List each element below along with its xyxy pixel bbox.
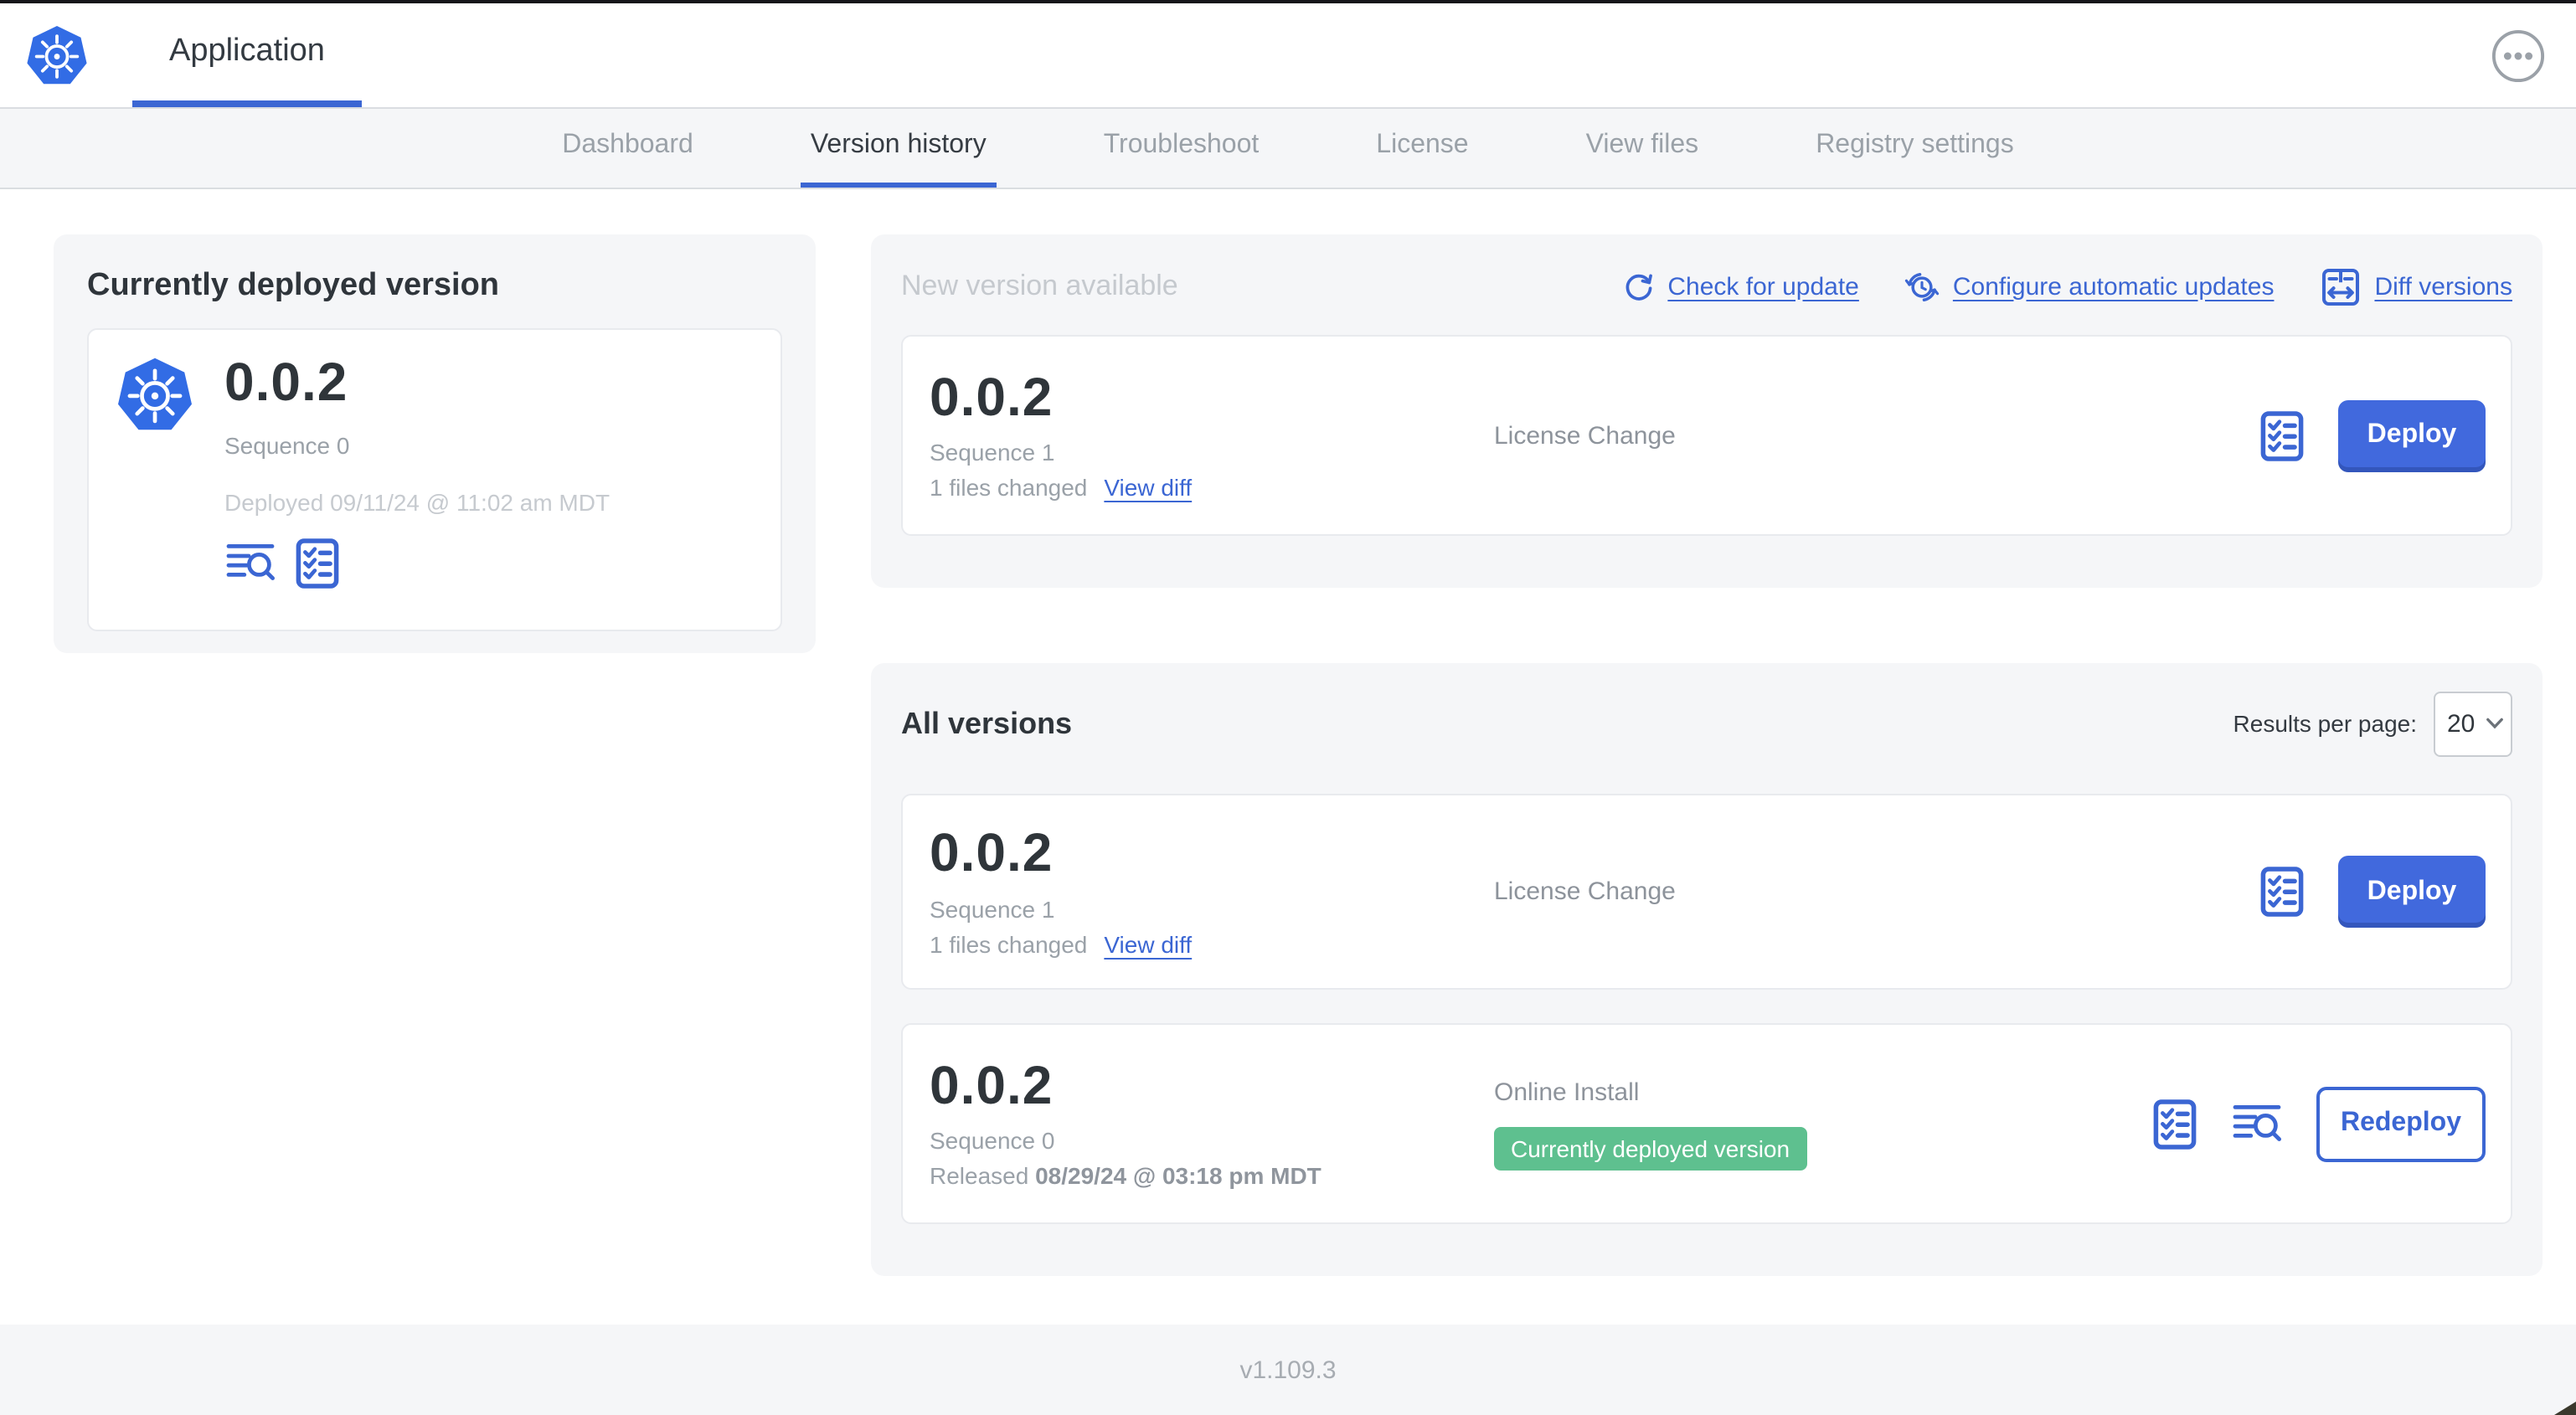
more-options-icon[interactable] [2491,28,2546,83]
tab-label: View files [1585,131,1699,159]
version-source: License Change [1494,877,1676,906]
currently-deployed-card: 0.0.2 Sequence 0 Deployed 09/11/24 @ 11:… [87,328,782,631]
currently-deployed-panel: Currently deployed version 0.0.2 Sequenc… [54,234,816,653]
footer: v1.109.3 [0,1325,2576,1415]
new-version-row: 0.0.2 Sequence 1 1 files changed View di… [901,335,2512,536]
check-for-update-link[interactable]: Check for update [1622,270,1859,302]
deployed-timestamp: Deployed 09/11/24 @ 11:02 am MDT [224,488,611,516]
tab-version-history[interactable]: Version history [800,109,997,188]
version-actions: Deploy [2259,399,2486,471]
version-number: 0.0.2 [930,822,1054,883]
main-content: Currently deployed version 0.0.2 Sequenc… [0,191,2576,1325]
clock-arrows-icon [1904,269,1940,304]
tab-label: Registry settings [1816,131,2014,159]
app-header: Application [0,3,2576,107]
version-actions: Deploy [2259,856,2486,928]
released-label: Released [930,1162,1029,1190]
tab-label: Version history [810,131,987,159]
version-changes: 1 files changed View diff [930,931,1494,958]
redeploy-button[interactable]: Redeploy [2316,1086,2486,1161]
diff-versions-link[interactable]: Diff versions [2319,265,2512,307]
view-logs-icon[interactable] [2231,1102,2283,1145]
diff-icon [2319,265,2361,307]
tab-label: Troubleshoot [1103,131,1260,159]
check-for-update-label: Check for update [1667,272,1859,301]
configure-automatic-updates-link[interactable]: Configure automatic updates [1904,269,2275,304]
results-per-page-value: 20 [2447,709,2476,738]
tab-registry-settings[interactable]: Registry settings [1806,109,2024,188]
new-version-title: New version available [901,270,1178,301]
version-info: 0.0.2 Sequence 1 1 files changed View di… [930,822,1494,958]
version-source: Online Install [1494,1078,1640,1106]
version-sequence: Sequence 0 [930,1127,1055,1155]
tab-label: License [1376,131,1469,159]
tab-license[interactable]: License [1366,109,1478,188]
preflight-checks-icon[interactable] [2259,866,2305,918]
files-changed-label: 1 files changed [930,930,1088,958]
kubernetes-logo-icon [25,23,89,87]
all-versions-panel: All versions Results per page: 20 0.0.2 … [871,663,2543,1276]
application-icon [116,355,194,434]
view-diff-link[interactable]: View diff [1104,475,1192,502]
tab-dashboard[interactable]: Dashboard [552,109,703,188]
version-actions: Redeploy [2152,1086,2486,1161]
update-actions: Check for update Configure automatic upd… [1622,265,2512,307]
version-row-sequence-0: 0.0.2 Sequence 0 Released 08/29/24 @ 03:… [901,1023,2512,1224]
version-number: 0.0.2 [930,1054,1054,1115]
currently-deployed-badge: Currently deployed version [1494,1126,1807,1170]
version-sequence: Sequence 1 [930,895,1055,923]
version-row-sequence-1: 0.0.2 Sequence 1 1 files changed View di… [901,794,2512,990]
currently-deployed-title: Currently deployed version [87,268,500,303]
results-per-page-label: Results per page: [2233,710,2417,737]
tab-label: Dashboard [562,131,693,159]
deployed-sequence: Sequence 0 [224,431,350,459]
all-versions-title: All versions [901,706,1073,739]
chevron-down-icon [2485,717,2503,730]
released-date: 08/29/24 @ 03:18 pm MDT [1035,1162,1321,1190]
deploy-button[interactable]: Deploy [2338,399,2486,471]
results-per-page-select[interactable]: 20 [2434,691,2512,756]
version-info: 0.0.2 Sequence 1 1 files changed View di… [930,366,1494,502]
preflight-checks-icon[interactable] [295,537,340,589]
app-title: Application [169,33,325,69]
kots-admin-console: Application Dashboard Version history Tr… [0,0,2576,1415]
version-info: 0.0.2 Sequence 0 Released 08/29/24 @ 03:… [930,1057,1494,1189]
app-title-tab[interactable]: Application [132,3,362,107]
configure-automatic-updates-label: Configure automatic updates [1952,272,2275,301]
view-diff-link[interactable]: View diff [1104,931,1192,958]
version-changes: 1 files changed View diff [930,475,1494,502]
deployed-version-number: 0.0.2 [224,352,348,412]
version-source: License Change [1494,421,1676,450]
new-version-header: New version available Check for update C… [901,261,2512,311]
tab-view-files[interactable]: View files [1576,109,1709,188]
preflight-checks-icon[interactable] [2152,1098,2197,1150]
new-version-panel: New version available Check for update C… [871,234,2543,588]
refresh-icon [1622,270,1654,302]
files-changed-label: 1 files changed [930,474,1088,502]
version-released: Released 08/29/24 @ 03:18 pm MDT [930,1163,1494,1190]
console-version: v1.109.3 [1239,1356,1337,1384]
app-subnav: Dashboard Version history Troubleshoot L… [0,107,2576,189]
all-versions-header: All versions Results per page: 20 [901,690,2512,757]
deploy-button[interactable]: Deploy [2338,856,2486,928]
deployed-version-details: 0.0.2 Sequence 0 Deployed 09/11/24 @ 11:… [224,352,611,589]
results-per-page: Results per page: 20 [2233,691,2512,756]
diff-versions-label: Diff versions [2374,272,2512,301]
view-logs-icon[interactable] [224,541,276,584]
deployed-actions [224,537,610,589]
preflight-checks-icon[interactable] [2259,409,2305,461]
version-source-block: Online Install Currently deployed versio… [1494,1078,2152,1170]
tab-troubleshoot[interactable]: Troubleshoot [1094,109,1270,188]
version-number: 0.0.2 [930,366,1054,427]
version-sequence: Sequence 1 [930,439,1055,466]
window-top-edge [0,0,2576,3]
